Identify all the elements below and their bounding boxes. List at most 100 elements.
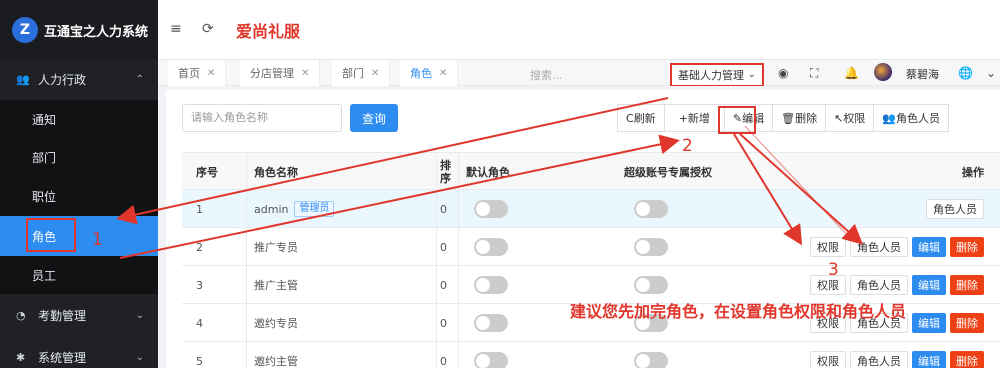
sidebar-group-hr[interactable]: 👥 人力行政 ⌃ bbox=[0, 60, 158, 98]
role-search-input[interactable]: 请输入角色名称 bbox=[182, 104, 342, 132]
gear-icon: ✱ bbox=[16, 350, 26, 364]
cell-sort: 0 bbox=[440, 354, 447, 368]
refresh-icon[interactable]: ⟳ bbox=[202, 21, 214, 37]
close-icon[interactable]: ✕ bbox=[301, 68, 309, 79]
annotation-mark-1: 1 bbox=[92, 230, 103, 250]
globe-icon[interactable]: 🌐 bbox=[958, 66, 973, 80]
row-delete-button[interactable]: 删除 bbox=[950, 313, 984, 333]
tab-department[interactable]: 部门 ✕ bbox=[332, 60, 391, 86]
table-row[interactable]: 2 推广专员 0 权限 角色人员 编辑 删除 bbox=[182, 228, 1000, 266]
default-role-toggle[interactable] bbox=[474, 228, 508, 266]
button-label: 刷新 bbox=[633, 112, 656, 125]
sidebar-item-department[interactable]: 部门 bbox=[0, 138, 158, 176]
action-toolbar: C 刷新 + 新增 ✎ 编辑 🗑 删除 ↖ 权限 👥 角色人员 bbox=[617, 104, 950, 132]
avatar[interactable] bbox=[874, 63, 892, 81]
row-edit-button[interactable]: 编辑 bbox=[912, 351, 946, 368]
tab-home[interactable]: 首页 ✕ bbox=[168, 60, 227, 86]
role-name: 推广专员 bbox=[254, 241, 298, 254]
refresh-icon: C bbox=[626, 111, 634, 125]
delete-button[interactable]: 🗑 删除 bbox=[772, 104, 827, 132]
company-name: 爱尚礼服 bbox=[236, 22, 301, 41]
chevron-down-icon[interactable]: ⌄ bbox=[986, 66, 996, 80]
bell-icon[interactable]: 🔔 bbox=[844, 66, 859, 80]
record-icon[interactable]: ◉ bbox=[778, 66, 788, 80]
highlight-role-menu bbox=[26, 218, 76, 252]
table-row[interactable]: 5 邀约主管 0 权限 角色人员 编辑 删除 bbox=[182, 342, 1000, 368]
user-name[interactable]: 蔡碧海 bbox=[906, 66, 939, 82]
row-edit-button[interactable]: 编辑 bbox=[912, 237, 946, 257]
add-button[interactable]: + 新增 bbox=[663, 104, 725, 132]
super-auth-toggle[interactable] bbox=[634, 342, 668, 368]
cell-name: 邀约主管 bbox=[254, 342, 298, 368]
row-delete-button[interactable]: 删除 bbox=[950, 275, 984, 295]
main-content: 请输入角色名称 查询 C 刷新 + 新增 ✎ 编辑 🗑 删除 ↖ 权限 👥 角色人员 序号 … bbox=[158, 86, 1000, 368]
global-search-input[interactable]: 搜索... bbox=[530, 67, 563, 83]
role-members-button[interactable]: 👥 角色人员 bbox=[873, 104, 950, 132]
tab-label: 首页 bbox=[178, 67, 200, 80]
row-permission-button[interactable]: 权限 bbox=[810, 237, 846, 257]
cell-index: 3 bbox=[196, 278, 203, 292]
fullscreen-icon[interactable]: ⛶ bbox=[810, 66, 818, 81]
row-members-button[interactable]: 角色人员 bbox=[850, 351, 908, 368]
close-icon[interactable]: ✕ bbox=[371, 68, 379, 79]
menu-toggle-icon[interactable]: ≡ bbox=[170, 21, 182, 37]
annotation-mark-3: 3 bbox=[828, 260, 839, 280]
cell-name: admin 管理员 bbox=[254, 190, 335, 228]
query-button[interactable]: 查询 bbox=[350, 104, 398, 132]
sidebar-group-label: 人力行政 bbox=[38, 72, 87, 87]
button-label: 角色人员 bbox=[896, 112, 941, 125]
logo-icon: Z bbox=[12, 17, 38, 43]
col-ops: 操作 bbox=[962, 166, 984, 179]
role-name: 邀约专员 bbox=[254, 317, 298, 330]
sidebar-item-label: 职位 bbox=[32, 189, 57, 204]
default-role-toggle[interactable] bbox=[474, 304, 508, 342]
cursor-icon: ↖ bbox=[834, 111, 844, 125]
sidebar-group-attendance[interactable]: ◔ 考勤管理 ⌄ bbox=[0, 294, 158, 336]
role-search-placeholder: 请输入角色名称 bbox=[191, 111, 268, 124]
sidebar-item-role[interactable]: 角色 bbox=[0, 216, 158, 256]
row-edit-button[interactable]: 编辑 bbox=[912, 275, 946, 295]
close-icon[interactable]: ✕ bbox=[207, 68, 215, 79]
permission-button[interactable]: ↖ 权限 bbox=[825, 104, 875, 132]
default-role-toggle[interactable] bbox=[474, 190, 508, 228]
annotation-mark-2: 2 bbox=[682, 136, 693, 156]
button-label: 权限 bbox=[843, 112, 866, 125]
users-icon: 👥 bbox=[16, 72, 30, 86]
close-icon[interactable]: ✕ bbox=[439, 68, 447, 79]
row-members-button[interactable]: 角色人员 bbox=[850, 275, 908, 295]
col-default-role: 默认角色 bbox=[466, 166, 510, 179]
row-ops: 角色人员 bbox=[922, 190, 984, 228]
sidebar-item-notice[interactable]: 通知 bbox=[0, 100, 158, 138]
tab-role[interactable]: 角色 ✕ bbox=[400, 60, 459, 86]
table-row[interactable]: 1 admin 管理员 0 角色人员 bbox=[182, 190, 1000, 228]
department-select[interactable]: 基础人力管理 ⌄ bbox=[670, 63, 764, 87]
row-edit-button[interactable]: 编辑 bbox=[912, 313, 946, 333]
row-members-button[interactable]: 角色人员 bbox=[850, 237, 908, 257]
default-role-toggle[interactable] bbox=[474, 266, 508, 304]
cell-index: 2 bbox=[196, 240, 203, 254]
table-header: 序号 角色名称 排序 默认角色 超级账号专属授权 操作 bbox=[182, 152, 1000, 190]
tab-branch[interactable]: 分店管理 ✕ bbox=[240, 60, 321, 86]
annotation-note: 建议您先加完角色，在设置角色权限和角色人员 bbox=[570, 302, 907, 321]
row-permission-button[interactable]: 权限 bbox=[810, 351, 846, 368]
row-delete-button[interactable]: 删除 bbox=[950, 351, 984, 368]
super-auth-toggle[interactable] bbox=[634, 190, 668, 228]
sidebar-group-system[interactable]: ✱ 系统管理 ⌄ bbox=[0, 336, 158, 368]
refresh-button[interactable]: C 刷新 bbox=[617, 104, 665, 132]
tab-label: 角色 bbox=[410, 67, 432, 80]
row-members-button[interactable]: 角色人员 bbox=[926, 199, 984, 219]
default-role-toggle[interactable] bbox=[474, 342, 508, 368]
role-name: 邀约主管 bbox=[254, 355, 298, 368]
super-auth-toggle[interactable] bbox=[634, 228, 668, 266]
sidebar-item-label: 部门 bbox=[32, 150, 57, 165]
app-logo: Z 互通宝之人力系统 bbox=[0, 0, 158, 60]
role-name: admin bbox=[254, 202, 289, 216]
sidebar-item-employee[interactable]: 员工 bbox=[0, 256, 158, 294]
top-header: ≡ ⟳ 爱尚礼服 bbox=[158, 0, 1000, 60]
sidebar-item-position[interactable]: 职位 bbox=[0, 176, 158, 216]
plus-icon: + bbox=[678, 111, 688, 125]
sidebar-group-label: 考勤管理 bbox=[38, 308, 87, 323]
row-delete-button[interactable]: 删除 bbox=[950, 237, 984, 257]
chevron-down-icon: ⌄ bbox=[135, 309, 144, 321]
app-root: Z 互通宝之人力系统 👥 人力行政 ⌃ 通知 部门 职位 角色 员工 ◔ 考勤管… bbox=[0, 0, 1000, 368]
